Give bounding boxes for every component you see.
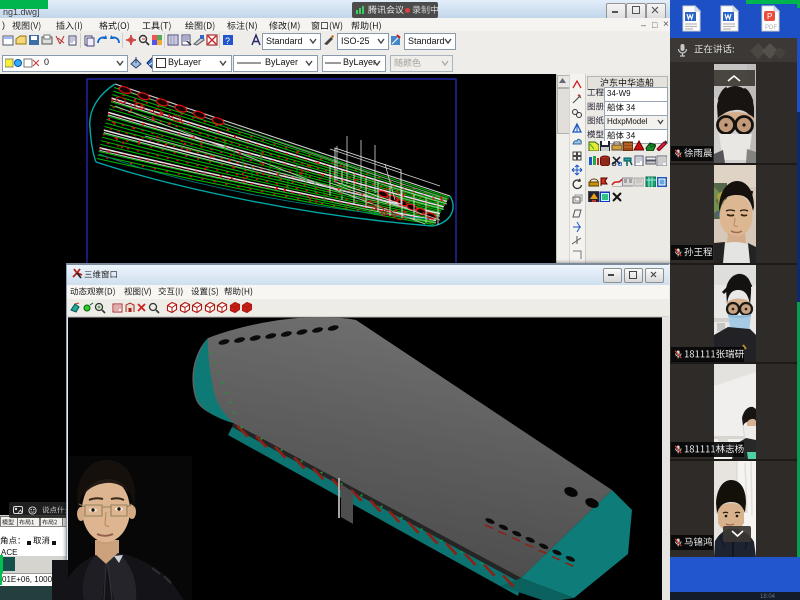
svg-text:?: ?: [225, 36, 230, 46]
svg-text:P: P: [767, 12, 772, 21]
svg-text:PDF: PDF: [765, 25, 777, 31]
